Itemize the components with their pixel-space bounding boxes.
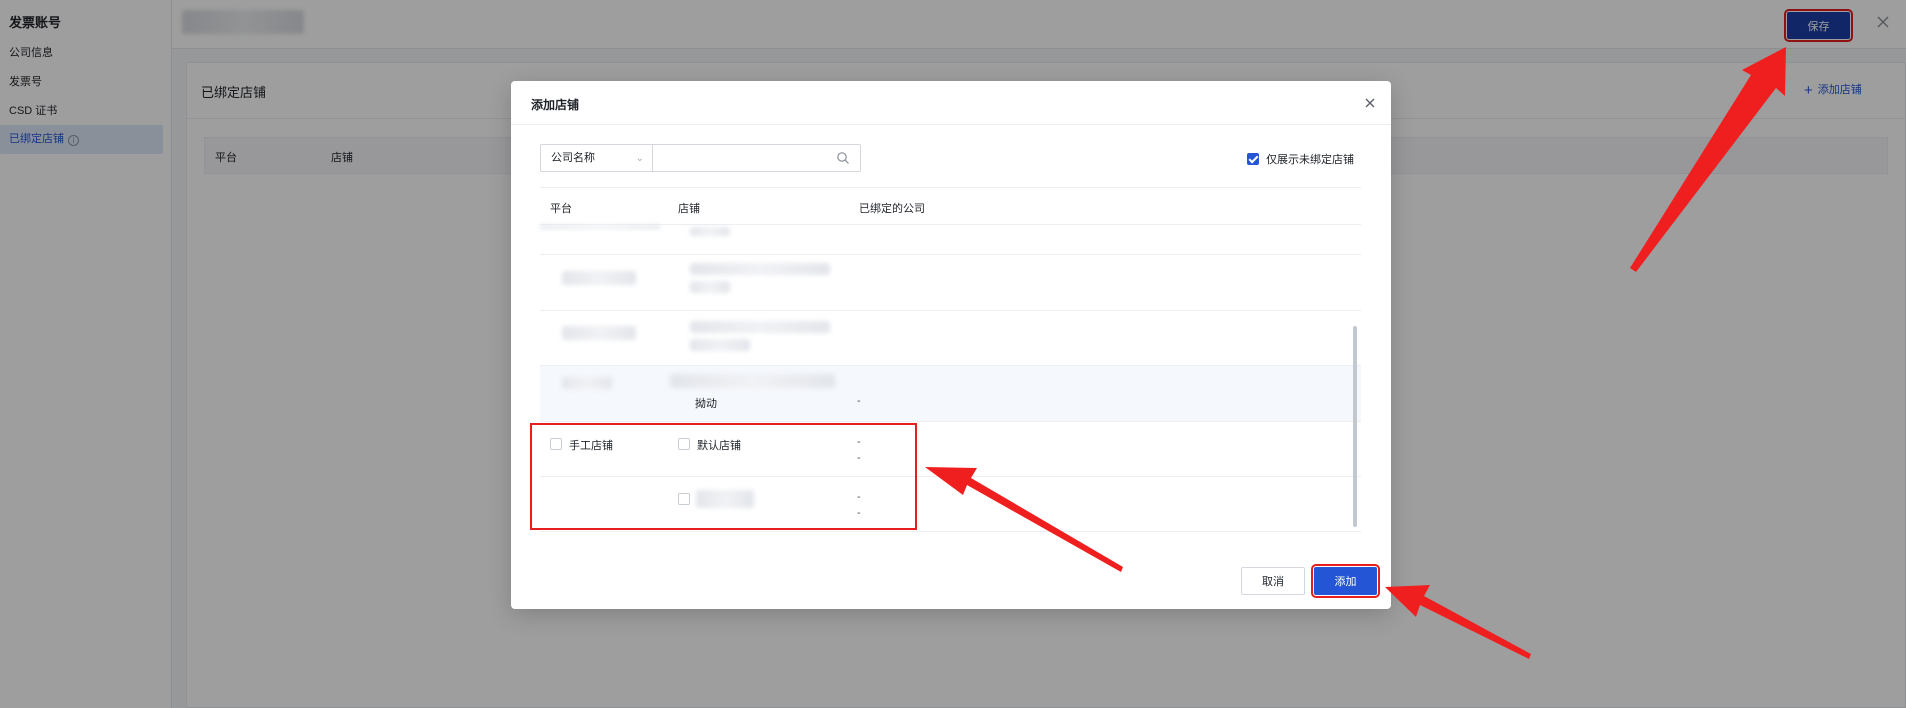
table-row[interactable] — [540, 225, 1361, 255]
redacted-text — [690, 263, 830, 275]
filter-field-select[interactable]: 公司名称 ⌄ — [540, 144, 653, 172]
table-row[interactable]: 拗动 - — [540, 366, 1361, 422]
only-unbound-checkbox[interactable] — [1247, 153, 1259, 165]
modal-title: 添加店铺 — [531, 98, 580, 112]
search-icon[interactable] — [836, 151, 850, 165]
column-header-store: 店铺 — [678, 203, 700, 215]
column-header-bound-company: 已绑定的公司 — [859, 203, 925, 215]
only-unbound-toggle[interactable]: 仅展示未绑定店铺 — [1247, 151, 1354, 167]
redacted-text — [690, 339, 750, 351]
column-header-platform: 平台 — [550, 203, 572, 215]
redacted-text — [540, 225, 660, 229]
redacted-text — [690, 227, 730, 236]
only-unbound-label: 仅展示未绑定店铺 — [1266, 154, 1355, 166]
table-scrollbar[interactable] — [1353, 326, 1357, 527]
redacted-text — [562, 271, 636, 285]
store-name: 拗动 — [695, 398, 717, 410]
table-row[interactable] — [540, 311, 1361, 366]
add-button[interactable]: 添加 — [1311, 564, 1380, 598]
annotation-highlight-box — [530, 423, 917, 530]
close-icon[interactable] — [1362, 95, 1378, 111]
table-row[interactable] — [540, 255, 1361, 311]
redacted-text — [690, 281, 730, 293]
redacted-text — [562, 377, 612, 389]
redacted-text — [690, 321, 830, 333]
filter-selected-value: 公司名称 — [551, 152, 595, 164]
redacted-text — [670, 374, 835, 388]
bound-company: - — [857, 395, 861, 407]
table-header: 平台 店铺 已绑定的公司 — [540, 187, 1361, 225]
chevron-down-icon: ⌄ — [635, 153, 644, 164]
cancel-button[interactable]: 取消 — [1241, 567, 1305, 595]
search-input[interactable] — [652, 144, 861, 172]
divider — [511, 124, 1391, 125]
redacted-text — [562, 326, 636, 340]
